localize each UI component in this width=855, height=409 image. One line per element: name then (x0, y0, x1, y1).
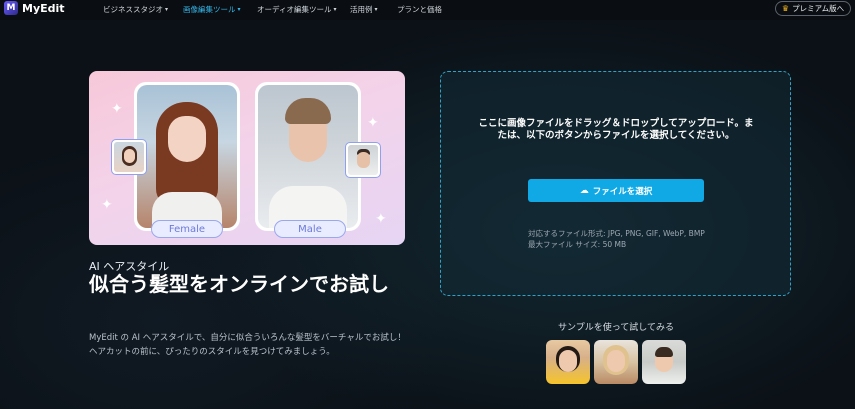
choose-file-button[interactable]: ☁ ファイルを選択 (528, 179, 704, 202)
upload-dropzone[interactable]: ここに画像ファイルをドラッグ＆ドロップしてアップロード。または、以下のボタンから… (440, 71, 791, 296)
samples-label: サンプルを使って試してみる (558, 323, 675, 333)
nav-item-label: オーディオ編集ツール (257, 5, 332, 14)
sample-image-1[interactable] (546, 340, 590, 384)
crown-icon: ♛ (781, 4, 790, 13)
chevron-down-icon: ▾ (237, 6, 241, 13)
chevron-down-icon: ▾ (374, 6, 378, 13)
supported-formats: 対応するファイル形式: JPG, PNG, GIF, WebP, BMP (528, 229, 705, 238)
thumbnail-face (357, 152, 370, 168)
female-label: Female (151, 220, 223, 238)
top-nav: M MyEdit ビジネススタジオ ▾ 画像編集ツール ▾ オーディオ編集ツール ▾ … (0, 0, 855, 20)
sample-face (607, 350, 625, 372)
nav-item-label: プランと価格 (397, 5, 442, 14)
chevron-down-icon: ▾ (333, 6, 337, 13)
premium-label: プレミアム版へ (792, 4, 845, 13)
upload-prompt: ここに画像ファイルをドラッグ＆ドロップしてアップロード。または、以下のボタンから… (478, 118, 754, 141)
nav-item-label: 画像編集ツール (183, 5, 236, 14)
logo[interactable]: M MyEdit (4, 1, 65, 15)
file-requirements: 対応するファイル形式: JPG, PNG, GIF, WebP, BMP 最大フ… (528, 228, 705, 250)
hero-illustration: ✦ ✦ ✦ ✦ Female Male (89, 71, 405, 245)
female-before-thumbnail (111, 139, 147, 175)
logo-icon: M (4, 1, 18, 15)
chevron-down-icon: ▾ (165, 6, 169, 13)
cloud-upload-icon: ☁ (579, 185, 589, 196)
page-title: 似合う髪型をオンラインでお試し (89, 272, 389, 296)
max-file-size: 最大ファイル サイズ: 50 MB (528, 240, 627, 249)
male-before-thumbnail (345, 142, 381, 178)
female-face (168, 116, 206, 162)
nav-item-pricing[interactable]: プランと価格 (397, 4, 442, 15)
premium-button[interactable]: ♛ プレミアム版へ (775, 1, 851, 16)
nav-item-label: 活用例 (350, 5, 373, 14)
sparkle-icon: ✦ (367, 115, 379, 131)
sparkle-icon: ✦ (111, 101, 123, 117)
male-label: Male (274, 220, 346, 238)
nav-item-label: ビジネススタジオ (103, 5, 163, 14)
sample-image-2[interactable] (594, 340, 638, 384)
logo-text: MyEdit (22, 1, 65, 15)
thumbnail-face (124, 149, 135, 163)
choose-file-label: ファイルを選択 (592, 186, 653, 197)
sparkle-icon: ✦ (375, 211, 387, 227)
sample-hair (655, 347, 673, 357)
nav-item-audio-tools[interactable]: オーディオ編集ツール ▾ (257, 4, 337, 15)
sparkle-icon: ✦ (101, 197, 113, 213)
nav-item-business-studio[interactable]: ビジネススタジオ ▾ (103, 4, 168, 15)
nav-item-image-tools[interactable]: 画像編集ツール ▾ (183, 4, 241, 15)
feature-description: MyEdit の AI ヘアスタイルで、自分に似合ういろんな髪型をバーチャルでお… (89, 333, 406, 357)
nav-item-use-cases[interactable]: 活用例 ▾ (350, 4, 378, 15)
sample-face (559, 350, 577, 372)
female-photo (134, 82, 240, 231)
sample-image-3[interactable] (642, 340, 686, 384)
